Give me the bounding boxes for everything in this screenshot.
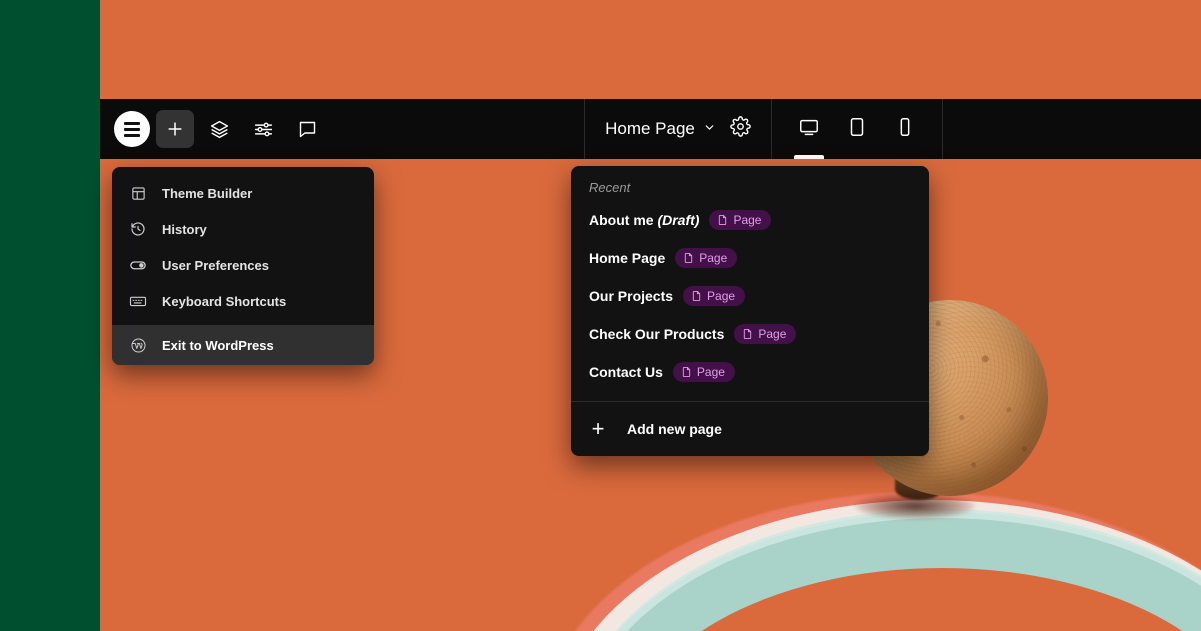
site-menu-dropdown: Theme Builder History User Preferences K… <box>112 167 374 365</box>
tablet-icon <box>846 116 868 143</box>
toolbar-spacer-left <box>326 99 584 159</box>
badge-label: Page <box>758 327 787 341</box>
device-desktop-button[interactable] <box>792 99 826 159</box>
page-icon <box>681 366 692 378</box>
comments-button[interactable] <box>288 110 326 148</box>
keyboard-icon <box>128 292 148 310</box>
recent-pages-panel: Recent About me (Draft) Page Home Page P… <box>571 166 929 456</box>
recent-item-status: (Draft) <box>657 212 700 228</box>
recent-item-title: Home Page <box>589 250 666 266</box>
mobile-icon <box>894 116 916 143</box>
badge-label: Page <box>696 365 725 379</box>
plus-icon: + <box>591 416 605 441</box>
toolbar-document-bar: Home Page <box>585 99 771 159</box>
menu-item-label: User Preferences <box>162 257 269 273</box>
block-inserter-button[interactable] <box>156 110 194 148</box>
add-new-page-button[interactable]: + Add new page <box>571 402 929 456</box>
page-icon <box>683 252 694 264</box>
page-title-dropdown[interactable]: Home Page <box>605 119 716 139</box>
theme-builder-icon <box>128 186 148 201</box>
chevron-down-icon <box>703 119 716 139</box>
toolbar-left-tools <box>100 99 326 159</box>
status-badge: Page <box>734 324 797 344</box>
toggle-icon <box>128 256 148 274</box>
recent-item-title: Contact Us <box>589 364 663 380</box>
hamburger-icon <box>124 121 140 137</box>
list-item[interactable]: About me (Draft) Page <box>571 201 929 239</box>
wordpress-icon <box>128 337 148 354</box>
menu-item-user-preferences[interactable]: User Preferences <box>112 247 374 283</box>
desktop-icon <box>798 116 820 143</box>
document-overview-button[interactable] <box>200 110 238 148</box>
page-icon <box>691 290 702 302</box>
badge-label: Page <box>707 289 736 303</box>
badge-label: Page <box>699 251 728 265</box>
recent-pages-list: About me (Draft) Page Home Page Page Our… <box>571 201 929 401</box>
device-preview-group <box>772 99 942 159</box>
settings-button[interactable] <box>730 116 751 142</box>
layers-icon <box>209 119 230 140</box>
menu-item-label: History <box>162 221 207 237</box>
menu-item-label: Theme Builder <box>162 185 253 201</box>
status-badge: Page <box>675 248 738 268</box>
page-title-label: Home Page <box>605 119 695 138</box>
history-icon <box>128 221 148 237</box>
site-menu-button[interactable] <box>114 111 150 147</box>
menu-item-label: Keyboard Shortcuts <box>162 293 287 309</box>
recent-item-title: About me (Draft) <box>589 212 700 228</box>
status-badge: Page <box>709 210 772 230</box>
add-new-page-label: Add new page <box>627 421 722 437</box>
page-icon <box>717 214 728 226</box>
menu-item-history[interactable]: History <box>112 211 374 247</box>
recent-item-title: Check Our Products <box>589 326 725 342</box>
list-item[interactable]: Our Projects Page <box>571 277 929 315</box>
menu-item-label: Exit to WordPress <box>162 337 274 353</box>
sliders-icon <box>253 119 274 140</box>
menu-item-theme-builder[interactable]: Theme Builder <box>112 175 374 211</box>
comment-icon <box>297 119 318 140</box>
page-icon <box>742 328 753 340</box>
status-badge: Page <box>672 362 735 382</box>
gear-icon <box>730 116 751 142</box>
device-tablet-button[interactable] <box>840 99 874 159</box>
plus-icon <box>165 119 185 139</box>
list-item[interactable]: Check Our Products Page <box>571 315 929 353</box>
styles-button[interactable] <box>244 110 282 148</box>
menu-item-keyboard-shortcuts[interactable]: Keyboard Shortcuts <box>112 283 374 319</box>
list-item[interactable]: Home Page Page <box>571 239 929 277</box>
list-item[interactable]: Contact Us Page <box>571 353 929 391</box>
recent-item-title: Our Projects <box>589 288 674 304</box>
device-mobile-button[interactable] <box>888 99 922 159</box>
status-badge: Page <box>683 286 746 306</box>
menu-item-exit-to-wordpress[interactable]: Exit to WordPress <box>112 325 374 365</box>
toolbar-spacer-right <box>943 99 1201 159</box>
badge-label: Page <box>733 213 762 227</box>
recent-panel-heading: Recent <box>589 180 631 195</box>
editor-toolbar: Home Page <box>100 99 1201 159</box>
